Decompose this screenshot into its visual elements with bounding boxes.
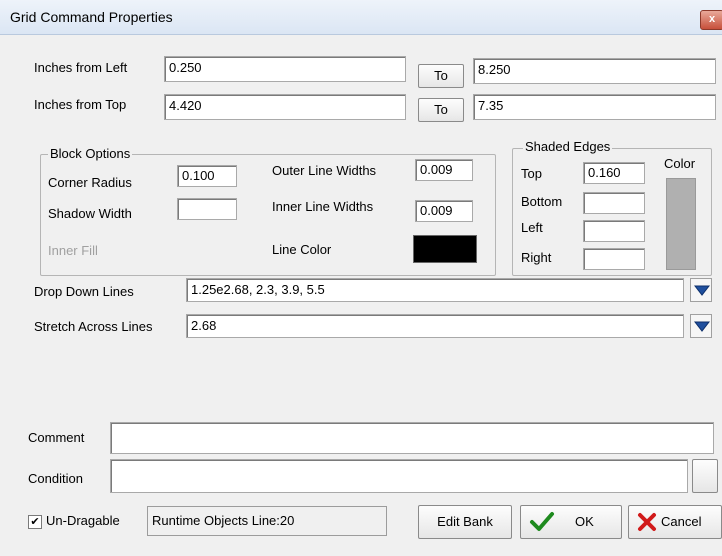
inner-line-widths-label: Inner Line Widths [272, 199, 374, 214]
shaded-edges-legend: Shaded Edges [523, 139, 613, 154]
corner-radius-input[interactable]: 0.100 [177, 165, 237, 187]
ok-label: OK [575, 514, 594, 529]
close-button[interactable]: x [700, 10, 722, 30]
condition-input[interactable] [110, 459, 688, 493]
title-bar: Grid Command Properties x [0, 0, 722, 35]
stretch-across-lines-input[interactable]: 2.68 [186, 314, 684, 338]
inches-top-to-button[interactable]: To [418, 98, 464, 122]
cancel-button[interactable]: Cancel [628, 505, 722, 539]
shaded-left-input[interactable] [583, 220, 645, 242]
checkmark-icon [530, 512, 554, 531]
shadow-width-input[interactable] [177, 198, 237, 220]
arrow-down-icon [694, 321, 710, 332]
drop-down-lines-input[interactable]: 1.25e2.68, 2.3, 3.9, 5.5 [186, 278, 684, 302]
shaded-top-input[interactable]: 0.160 [583, 162, 645, 184]
condition-label: Condition [28, 471, 83, 486]
window-title: Grid Command Properties [10, 9, 173, 25]
undragable-label: Un-Dragable [46, 513, 120, 528]
comment-label: Comment [28, 430, 85, 445]
shadow-width-label: Shadow Width [48, 206, 132, 221]
condition-browse-button[interactable] [692, 459, 718, 493]
shaded-color-swatch[interactable] [666, 178, 696, 270]
shaded-left-label: Left [521, 220, 543, 235]
inches-from-top-label: Inches from Top [34, 97, 127, 112]
inches-left-to-button[interactable]: To [418, 64, 464, 88]
block-options-legend: Block Options [48, 146, 133, 161]
stretch-across-lines-label: Stretch Across Lines [34, 319, 153, 334]
ok-button[interactable]: OK [520, 505, 622, 539]
comment-input[interactable] [110, 422, 714, 454]
shaded-top-label: Top [521, 166, 542, 181]
dialog-body: Inches from Left 0.250 To 8.250 Inches f… [14, 36, 722, 556]
corner-radius-label: Corner Radius [48, 175, 132, 190]
edit-bank-button[interactable]: Edit Bank [418, 505, 512, 539]
shaded-color-label: Color [664, 156, 696, 171]
inches-from-top-to-input[interactable]: 7.35 [473, 94, 716, 120]
shaded-bottom-input[interactable] [583, 192, 645, 214]
outer-line-widths-label: Outer Line Widths [272, 163, 377, 178]
inner-fill-label: Inner Fill [48, 243, 98, 258]
inches-from-left-input[interactable]: 0.250 [164, 56, 406, 82]
line-color-label: Line Color [272, 242, 332, 257]
inner-line-widths-input[interactable]: 0.009 [415, 200, 473, 222]
stretch-across-lines-arrow-button[interactable] [690, 314, 712, 338]
cancel-x-icon [638, 513, 656, 531]
inches-from-left-to-input[interactable]: 8.250 [473, 58, 716, 84]
line-color-swatch[interactable] [413, 235, 477, 263]
shaded-right-input[interactable] [583, 248, 645, 270]
drop-down-lines-label: Drop Down Lines [34, 284, 134, 299]
status-text-box: Runtime Objects Line:20 [147, 506, 387, 536]
outer-line-widths-input[interactable]: 0.009 [415, 159, 473, 181]
cancel-label: Cancel [661, 514, 702, 529]
shaded-right-label: Right [521, 250, 552, 265]
undragable-checkbox[interactable]: ✔ [28, 515, 42, 529]
drop-down-lines-arrow-button[interactable] [690, 278, 712, 302]
inches-from-left-label: Inches from Left [34, 60, 128, 75]
inches-from-top-input[interactable]: 4.420 [164, 94, 406, 120]
arrow-down-icon [694, 285, 710, 296]
shaded-bottom-label: Bottom [521, 194, 563, 209]
